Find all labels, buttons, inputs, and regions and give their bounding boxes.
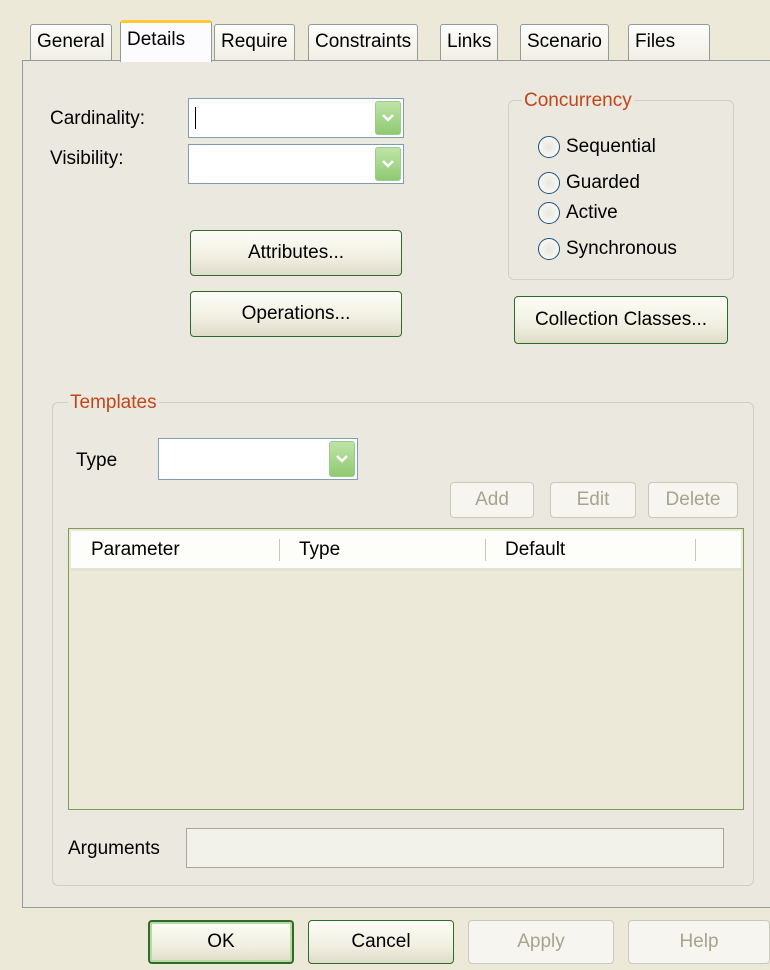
arguments-field[interactable] xyxy=(186,828,724,868)
help-button[interactable]: Help xyxy=(628,920,770,964)
chevron-down-icon[interactable] xyxy=(375,147,401,181)
column-header-default[interactable]: Default xyxy=(485,531,695,568)
column-header-parameter[interactable]: Parameter xyxy=(71,531,279,568)
tab-files[interactable]: Files xyxy=(628,24,710,60)
table-header: Parameter Type Default xyxy=(71,531,741,571)
cancel-button[interactable]: Cancel xyxy=(308,920,454,964)
radio-label: Guarded xyxy=(566,172,640,193)
collection-classes-button[interactable]: Collection Classes... xyxy=(514,296,728,344)
arguments-label: Arguments xyxy=(68,838,160,859)
delete-button[interactable]: Delete xyxy=(648,482,738,518)
column-divider[interactable] xyxy=(695,539,696,561)
radio-guarded[interactable]: Guarded xyxy=(538,172,640,194)
radio-label: Active xyxy=(566,202,618,223)
radio-sequential[interactable]: Sequential xyxy=(538,136,656,158)
cardinality-combobox[interactable] xyxy=(188,98,404,138)
visibility-label: Visibility: xyxy=(50,148,124,169)
parameters-table[interactable]: Parameter Type Default xyxy=(68,528,744,810)
tab-links[interactable]: Links xyxy=(440,24,499,60)
radio-circle-icon[interactable] xyxy=(538,238,560,260)
chevron-down-icon[interactable] xyxy=(375,101,401,135)
radio-label: Sequential xyxy=(566,136,656,157)
radio-active[interactable]: Active xyxy=(538,202,618,224)
apply-button[interactable]: Apply xyxy=(468,920,614,964)
radio-circle-icon[interactable] xyxy=(538,136,560,158)
radio-circle-icon[interactable] xyxy=(538,202,560,224)
edit-button[interactable]: Edit xyxy=(550,482,636,518)
tab-constraints[interactable]: Constraints xyxy=(308,24,419,60)
attributes-button[interactable]: Attributes... xyxy=(190,230,402,276)
tab-scenario[interactable]: Scenario xyxy=(520,24,609,60)
template-type-combobox[interactable] xyxy=(158,438,358,480)
text-caret xyxy=(195,107,196,129)
operations-button[interactable]: Operations... xyxy=(190,291,402,337)
visibility-combobox[interactable] xyxy=(188,144,404,184)
chevron-down-icon[interactable] xyxy=(329,441,355,477)
radio-label: Synchronous xyxy=(566,238,677,259)
ok-button[interactable]: OK xyxy=(148,920,294,964)
tab-require[interactable]: Require xyxy=(214,24,295,60)
tab-general[interactable]: General xyxy=(30,24,112,60)
concurrency-legend: Concurrency xyxy=(522,90,634,112)
templates-legend: Templates xyxy=(68,392,159,414)
type-label: Type xyxy=(76,450,118,471)
column-header-type[interactable]: Type xyxy=(279,531,485,568)
radio-circle-icon[interactable] xyxy=(538,172,560,194)
tab-details[interactable]: Details xyxy=(120,20,212,62)
cardinality-label: Cardinality: xyxy=(50,108,146,129)
radio-synchronous[interactable]: Synchronous xyxy=(538,238,677,260)
add-button[interactable]: Add xyxy=(450,482,534,518)
